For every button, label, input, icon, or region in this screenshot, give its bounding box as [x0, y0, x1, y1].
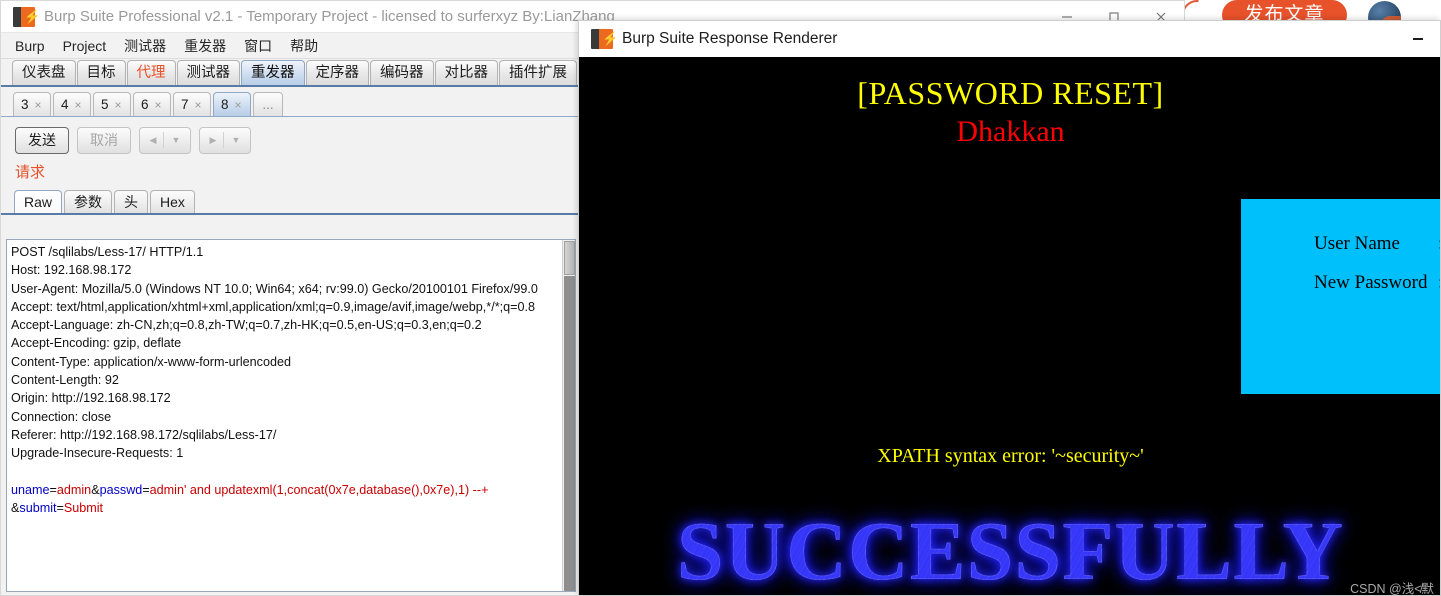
repeater-tab-7[interactable]: 7 × [173, 92, 211, 116]
menu-item-window[interactable]: 窗口 [242, 35, 274, 57]
close-icon[interactable]: × [235, 93, 242, 117]
xpath-error-message: XPATH syntax error: '~security~' [877, 445, 1144, 467]
back-button[interactable]: ◀ ▼ [139, 126, 191, 154]
menu-item-intruder[interactable]: 测试器 [122, 35, 168, 57]
tab-extender[interactable]: 插件扩展 [499, 60, 577, 85]
cancel-button[interactable]: 取消 [77, 126, 131, 154]
repeater-tab-8[interactable]: 8 × [213, 92, 251, 116]
renderer-titlebar: ⚡ Burp Suite Response Renderer [579, 21, 1440, 57]
request-tab-raw[interactable]: Raw [14, 190, 63, 213]
chevron-down-icon: ▼ [171, 135, 181, 145]
rendered-response-body: [PASSWORD RESET] Dhakkan User Name : New… [579, 57, 1440, 596]
repeater-tab-label: 7 [181, 96, 189, 112]
page-title: [PASSWORD RESET] [857, 75, 1164, 111]
request-scrollbar[interactable] [562, 240, 575, 591]
tab-repeater[interactable]: 重发器 [241, 60, 305, 85]
repeater-tab-label: 4 [61, 96, 69, 112]
menu-item-help[interactable]: 帮助 [288, 35, 320, 57]
password-label: New Password [1314, 272, 1428, 293]
tab-decoder[interactable]: 编码器 [370, 60, 434, 85]
burp-logo-icon: ⚡ [591, 29, 618, 49]
minimize-icon[interactable] [1410, 32, 1426, 46]
success-banner-line-1: SUCCESSFULLY [579, 509, 1440, 595]
scrollbar-track[interactable] [564, 276, 575, 591]
menu-item-burp[interactable]: Burp [13, 37, 47, 55]
menu-item-repeater[interactable]: 重发器 [182, 35, 228, 57]
repeater-tab-6[interactable]: 6 × [133, 92, 171, 116]
request-editor-pane[interactable]: POST /sqlilabs/Less-17/ HTTP/1.1 Host: 1… [6, 239, 576, 592]
username-label: User Name [1314, 233, 1400, 254]
scrollbar-thumb[interactable] [564, 241, 575, 275]
request-tab-hex[interactable]: Hex [150, 190, 195, 213]
tab-proxy[interactable]: 代理 [126, 60, 176, 85]
repeater-tab-more[interactable]: ... [253, 92, 283, 116]
repeater-tab-5[interactable]: 5 × [93, 92, 131, 116]
chevron-left-icon: ◀ [149, 134, 157, 145]
renderer-window-title: Burp Suite Response Renderer [622, 30, 838, 47]
screenshot-root: 发布文章 ⚡ Burp Suite Professional v2.1 - Te… [0, 0, 1441, 596]
divider [223, 132, 225, 148]
request-tab-headers[interactable]: 头 [114, 190, 149, 213]
login-form-panel: User Name : New Password : [1241, 199, 1440, 394]
chevron-right-icon: ▶ [209, 134, 217, 145]
tab-dashboard[interactable]: 仪表盘 [12, 60, 76, 85]
chevron-down-icon: ▼ [231, 135, 241, 145]
tab-comparer[interactable]: 对比器 [434, 60, 498, 85]
close-icon[interactable]: × [195, 93, 202, 117]
tab-target[interactable]: 目标 [76, 60, 126, 85]
burp-window-title: Burp Suite Professional v2.1 - Temporary… [44, 8, 615, 25]
close-icon[interactable]: × [155, 93, 162, 117]
request-raw-text[interactable]: POST /sqlilabs/Less-17/ HTTP/1.1 Host: 1… [11, 243, 561, 517]
repeater-tab-label: 5 [101, 96, 109, 112]
burp-logo-icon: ⚡ [13, 6, 40, 27]
repeater-tab-4[interactable]: 4 × [53, 92, 91, 116]
repeater-tab-label: 8 [221, 96, 229, 112]
menu-item-project[interactable]: Project [61, 37, 109, 55]
request-tab-params[interactable]: 参数 [64, 190, 113, 213]
divider [163, 132, 165, 148]
tab-sequencer[interactable]: 定序器 [305, 60, 369, 85]
tab-intruder[interactable]: 测试器 [176, 60, 240, 85]
send-button[interactable]: 发送 [15, 126, 69, 154]
close-icon[interactable]: × [115, 93, 122, 117]
repeater-tab-3[interactable]: 3 × [13, 92, 51, 116]
page-subtitle: Dhakkan [956, 115, 1065, 148]
close-icon[interactable]: × [75, 93, 82, 117]
csdn-watermark: CSDN @浅≮默 [1350, 582, 1434, 596]
forward-button[interactable]: ▶ ▼ [199, 126, 251, 154]
close-icon[interactable]: × [35, 93, 42, 117]
response-renderer-window: ⚡ Burp Suite Response Renderer [PASSWORD… [578, 20, 1441, 596]
repeater-tab-label: 6 [141, 96, 149, 112]
repeater-tab-label: 3 [21, 96, 29, 112]
